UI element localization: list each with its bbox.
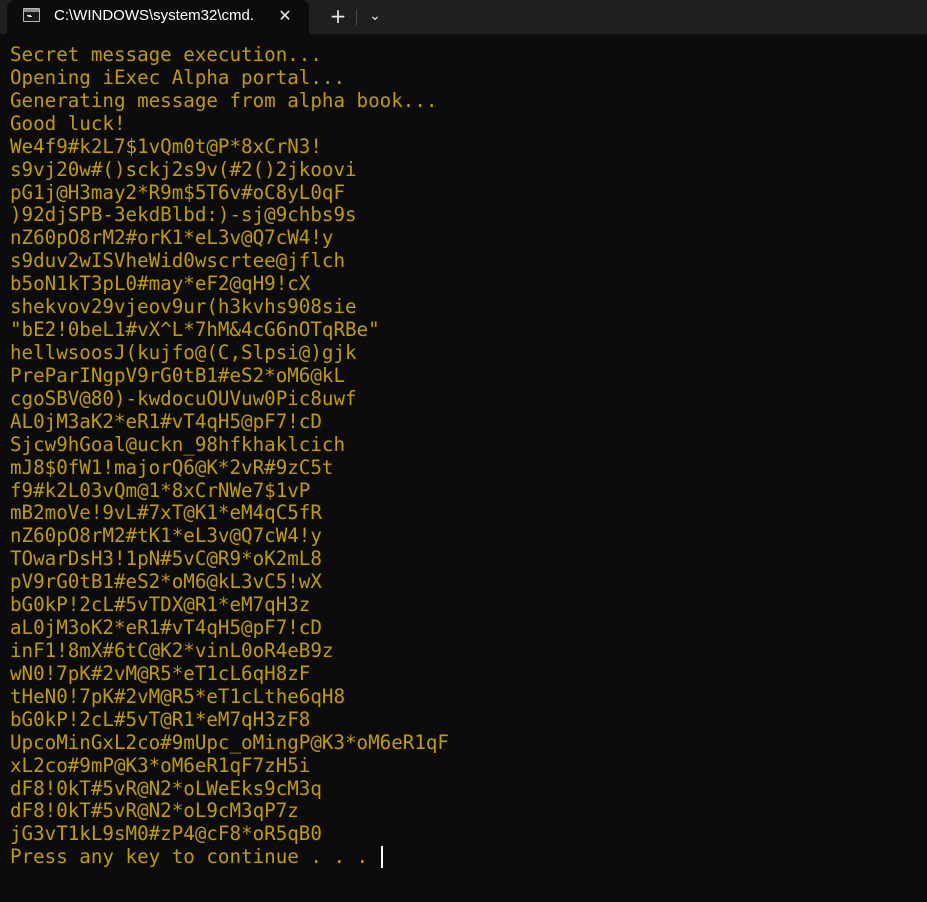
terminal-line: hellwsoosJ(kujfo@(C,Slpsi@)gjk xyxy=(10,340,357,364)
terminal-window: C:\WINDOWS\system32\cmd. ✕ + ⌄ Secret me… xyxy=(0,0,927,902)
terminal-line: jG3vT1kL9sM0#zP4@cF8*oR5qB0 xyxy=(10,822,322,846)
terminal-line: pV9rG0tB1#eS2*oM6@kL3vC5!wX xyxy=(10,570,322,594)
console-icon xyxy=(23,8,40,22)
terminal-line: aL0jM3oK2*eR1#vT4qH5@pF7!cD xyxy=(10,616,322,640)
terminal-line: f9#k2L03vQm@1*8xCrNWe7$1vP xyxy=(10,478,311,502)
terminal-line: Opening iExec Alpha portal... xyxy=(10,65,346,89)
terminal-line: TOwarDsH3!1pN#5vC@R9*oK2mL8 xyxy=(10,547,322,571)
close-icon[interactable]: ✕ xyxy=(273,4,297,28)
tab-title: C:\WINDOWS\system32\cmd. xyxy=(54,7,255,24)
terminal-line: PreParINgpV9rG0tB1#eS2*oM6@kL xyxy=(10,363,346,387)
terminal-line: s9vj20w#()sckj2s9v(#2()2jkoovi xyxy=(10,157,357,181)
terminal-line: tHeN0!7pK#2vM@R5*eT1cLthe6qH8 xyxy=(10,684,346,708)
terminal-line: mJ8$0fW1!majorQ6@K*2vR#9zC5t xyxy=(10,455,334,479)
terminal-line: Secret message execution... xyxy=(10,43,322,66)
terminal-line: bG0kP!2cL#5vTDX@R1*eM7qH3z xyxy=(10,593,311,617)
terminal-line: bG0kP!2cL#5vT@R1*eM7qH3zF8 xyxy=(10,707,311,731)
terminal-line: nZ60pO8rM2#orK1*eL3v@Q7cW4!y xyxy=(10,226,334,250)
terminal-line: mB2moVe!9vL#7xT@K1*eM4qC5fR xyxy=(10,501,322,525)
terminal-line: AL0jM3aK2*eR1#vT4qH5@pF7!cD xyxy=(10,409,322,433)
terminal-output[interactable]: Secret message execution... Opening iExec… xyxy=(10,43,915,869)
terminal-line: wN0!7pK#2vM@R5*eT1cL6qH8zF xyxy=(10,661,311,685)
text-cursor xyxy=(380,846,383,869)
terminal-line: pG1j@H3may2*R9m$5T6v#oC8yL0qF xyxy=(10,180,346,204)
terminal-line: Good luck! xyxy=(10,111,126,135)
terminal-line: xL2co#9mP@K3*oM6eR1qF7zH5i xyxy=(10,753,311,777)
terminal-line: )92djSPB-3ekdBlbd:)-sj@9chbs9s xyxy=(10,203,357,227)
terminal-line: UpcoMinGxL2co#9mUpc_oMingP@K3*oM6eR1qF xyxy=(10,730,449,754)
terminal-line: "bE2!0beL1#vX^L*7hM&4cG6nOTqRBe" xyxy=(10,318,380,342)
tab-divider xyxy=(356,9,357,25)
tab-cmd[interactable]: C:\WINDOWS\system32\cmd. ✕ xyxy=(7,0,309,34)
chevron-down-icon[interactable]: ⌄ xyxy=(361,3,389,29)
terminal-line: inF1!8mX#6tC@K2*vinL0oR4eB9z xyxy=(10,638,334,662)
terminal-line: dF8!0kT#5vR@N2*oLWeEks9cM3q xyxy=(10,776,322,800)
terminal-line: Generating message from alpha book... xyxy=(10,88,438,112)
terminal-line: s9duv2wISVheWid0wscrtee@jflch xyxy=(10,249,346,273)
new-tab-button[interactable]: + xyxy=(324,3,352,29)
terminal-line: b5oN1kT3pL0#may*eF2@qH9!cX xyxy=(10,272,311,296)
title-bar: C:\WINDOWS\system32\cmd. ✕ + ⌄ xyxy=(0,0,927,34)
terminal-line: nZ60pO8rM2#tK1*eL3v@Q7cW4!y xyxy=(10,524,322,548)
terminal-line: Sjcw9hGoal@uckn_98hfkhaklcich xyxy=(10,432,346,456)
terminal-line: We4f9#k2L7$1vQm0t@P*8xCrN3! xyxy=(10,134,322,158)
prompt-line: Press any key to continue . . . xyxy=(10,845,915,869)
terminal-line: shekvov29vjeov9ur(h3kvhs908sie xyxy=(10,295,357,319)
terminal-line: cgoSBV@80)-kwdocuOUVuw0Pic8uwf xyxy=(10,386,357,410)
terminal-line: dF8!0kT#5vR@N2*oL9cM3qP7z xyxy=(10,799,299,823)
